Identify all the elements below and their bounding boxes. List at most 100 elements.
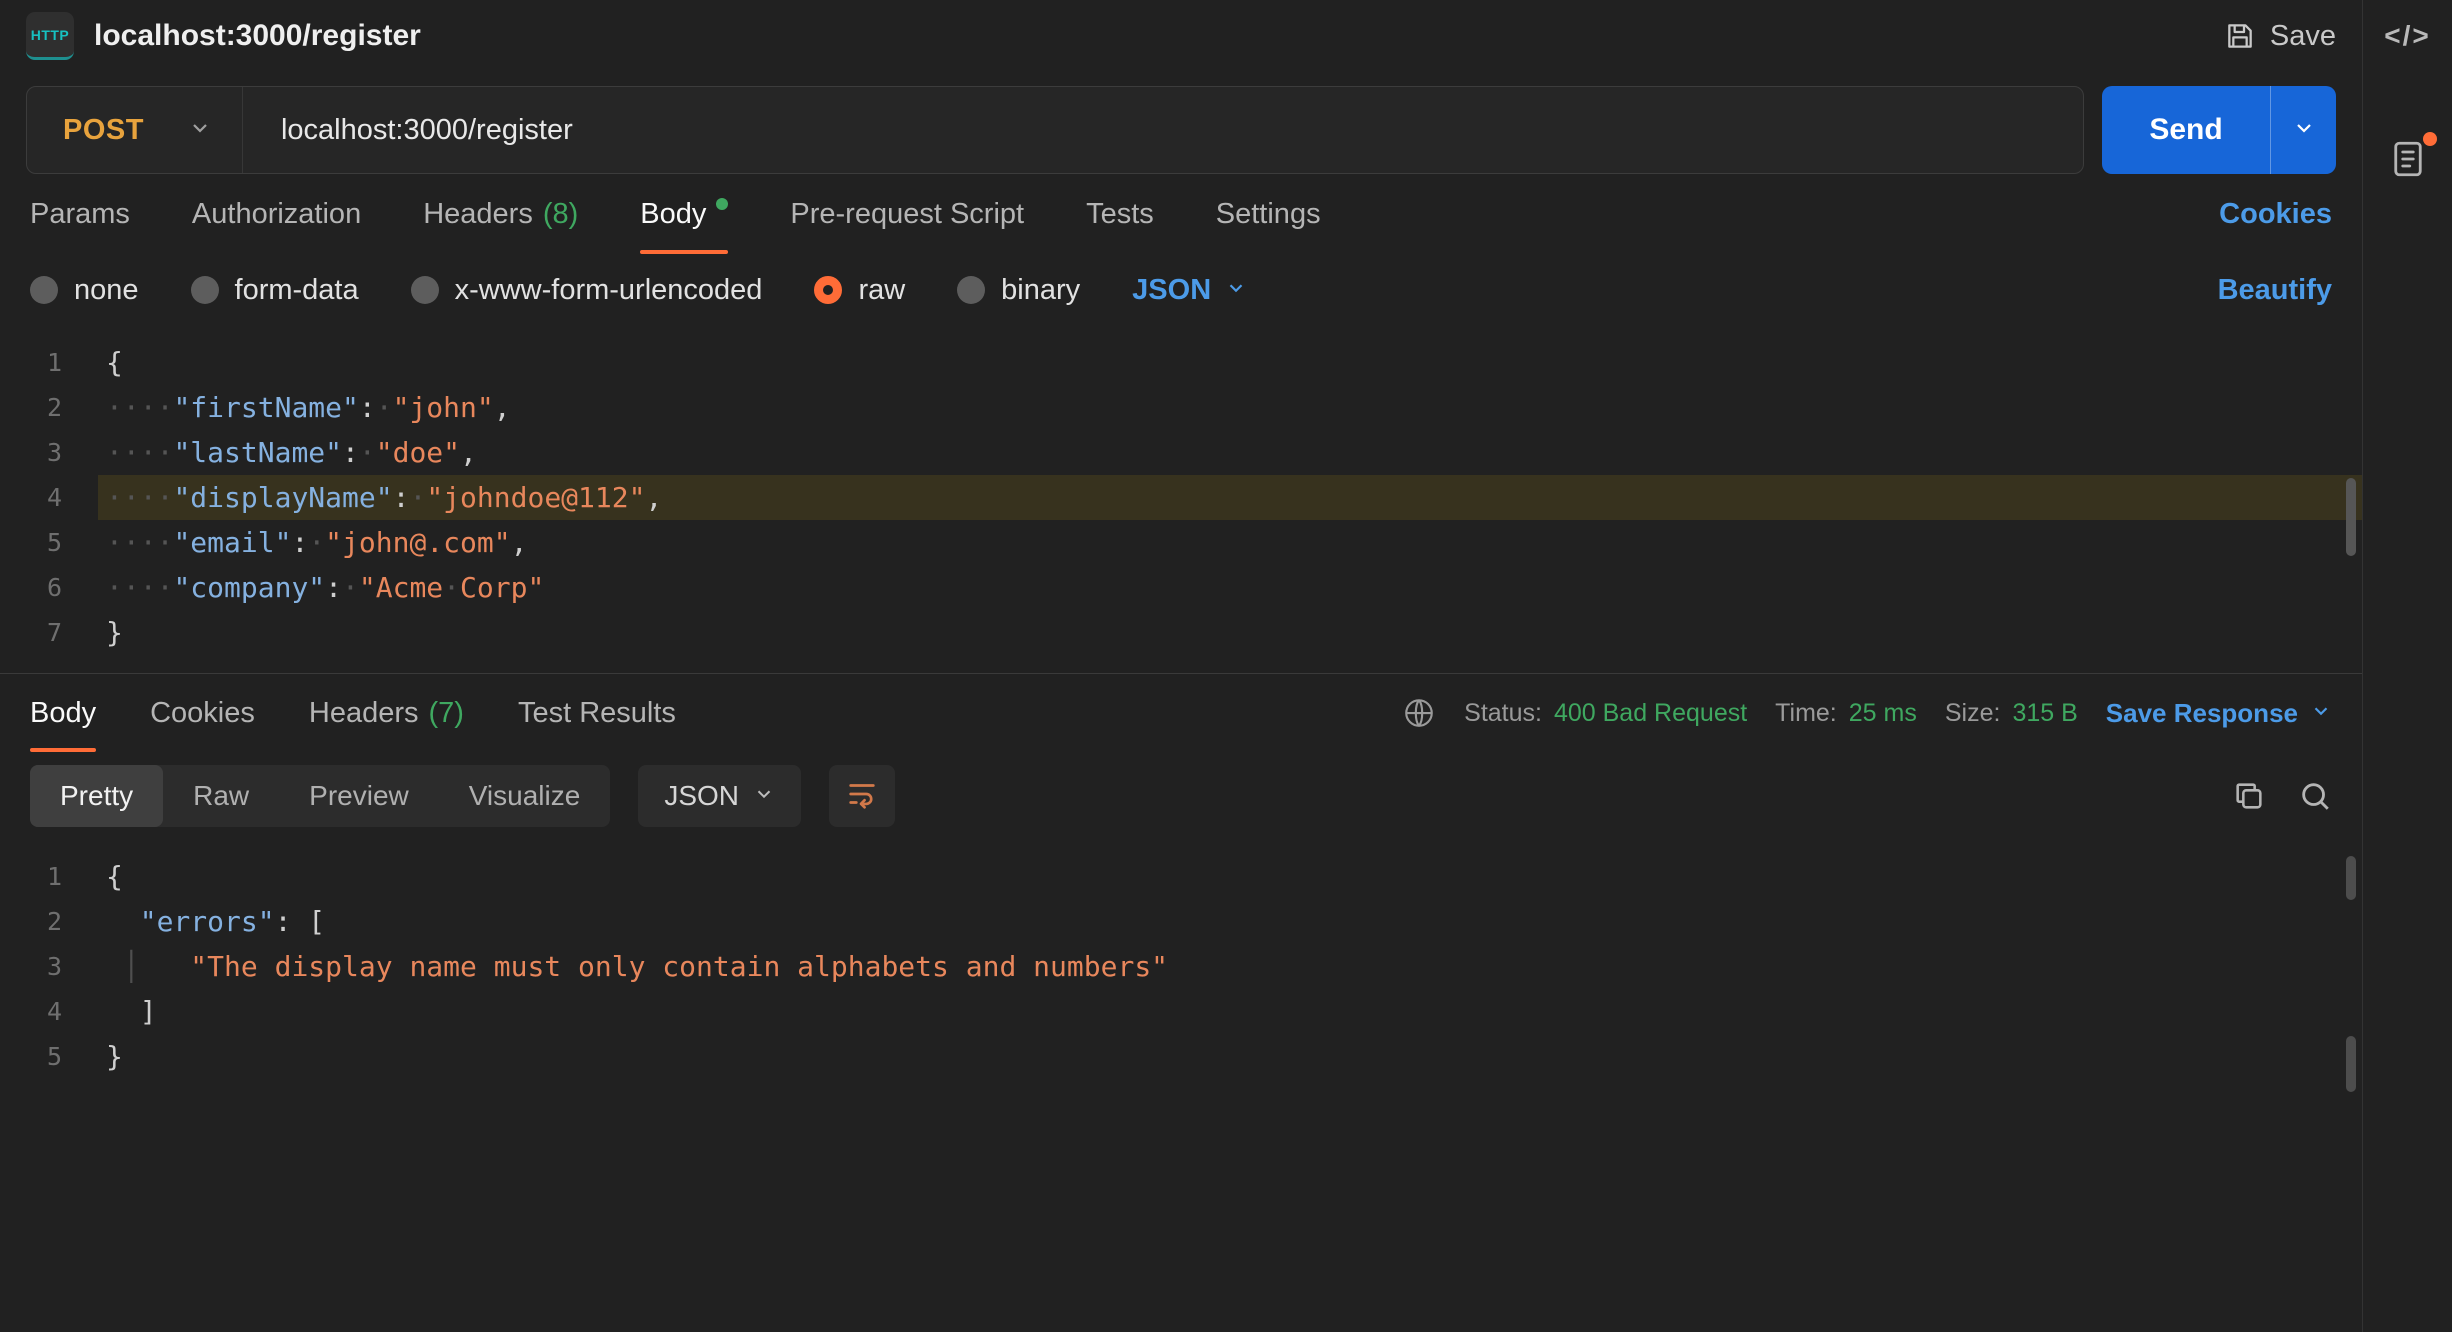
code-line: 1{	[0, 340, 2362, 385]
tab-body[interactable]: Body	[640, 174, 728, 254]
body-mode-form-data-label: form-data	[235, 274, 359, 307]
tab-body-label: Body	[640, 198, 706, 231]
size-value: 315 B	[2012, 699, 2077, 728]
line-number: 2	[0, 385, 98, 430]
response-view-switcher: Pretty Raw Preview Visualize	[30, 765, 610, 827]
http-request-icon: HTTP	[26, 12, 74, 60]
size-indicator: Size: 315 B	[1945, 699, 2078, 728]
response-tab-body[interactable]: Body	[30, 674, 96, 752]
method-dropdown[interactable]: POST	[27, 87, 243, 173]
main-panel: HTTP localhost:3000/register Save POST	[0, 0, 2362, 1332]
request-language-label: JSON	[1132, 274, 1211, 307]
request-language-dropdown[interactable]: JSON	[1132, 274, 1247, 307]
url-row: POST localhost:3000/register Send	[26, 86, 2336, 174]
copy-icon[interactable]	[2232, 779, 2266, 813]
response-tab-test-results[interactable]: Test Results	[518, 674, 676, 752]
body-mode-none[interactable]: none	[30, 274, 139, 307]
save-button[interactable]: Save	[2224, 20, 2336, 53]
request-tabs-row: Params Authorization Headers (8) Body Pr…	[0, 174, 2362, 254]
radio-icon	[957, 276, 985, 304]
line-number: 7	[0, 610, 98, 655]
view-tab-visualize[interactable]: Visualize	[439, 765, 611, 827]
time-value: 25 ms	[1849, 699, 1917, 728]
search-icon[interactable]	[2298, 779, 2332, 813]
view-tab-pretty[interactable]: Pretty	[30, 765, 163, 827]
code-line: 5}	[0, 1034, 2362, 1079]
chevron-down-icon	[2310, 698, 2332, 729]
scrollbar-thumb[interactable]	[2346, 856, 2356, 900]
code-line: 4 ]	[0, 989, 2362, 1034]
response-tab-headers[interactable]: Headers (7)	[309, 674, 464, 752]
wrap-lines-icon	[845, 777, 879, 816]
code-text: {	[98, 854, 2362, 899]
line-number: 1	[0, 854, 98, 899]
radio-selected-icon	[814, 276, 842, 304]
tab-settings[interactable]: Settings	[1216, 174, 1321, 254]
body-mode-binary-label: binary	[1001, 274, 1080, 307]
code-text: }	[98, 610, 2362, 655]
scrollbar-thumb[interactable]	[2346, 1036, 2356, 1092]
response-action-icons	[2232, 779, 2332, 813]
body-mode-raw[interactable]: raw	[814, 274, 905, 307]
code-line: 4····"displayName":·"johndoe@112",	[0, 475, 2362, 520]
chevron-down-icon	[188, 116, 212, 145]
tab-authorization[interactable]: Authorization	[192, 174, 361, 254]
tab-tests[interactable]: Tests	[1086, 174, 1154, 254]
line-number: 2	[0, 899, 98, 944]
save-label: Save	[2270, 20, 2336, 53]
response-tabs: Body Cookies Headers (7) Test Results	[30, 674, 676, 752]
url-input[interactable]: localhost:3000/register	[243, 114, 573, 147]
body-mode-urlencoded[interactable]: x-www-form-urlencoded	[411, 274, 763, 307]
response-meta: Status: 400 Bad Request Time: 25 ms Size…	[1402, 674, 2332, 752]
chevron-down-icon	[753, 780, 775, 812]
tab-pre-request-script[interactable]: Pre-request Script	[790, 174, 1024, 254]
send-label[interactable]: Send	[2102, 86, 2270, 174]
body-mode-form-data[interactable]: form-data	[191, 274, 359, 307]
wrap-lines-button[interactable]	[829, 765, 895, 827]
url-box: POST localhost:3000/register	[26, 86, 2084, 174]
response-body-editor[interactable]: 1{2 "errors": [3 │ "The display name mus…	[0, 840, 2362, 1097]
network-globe-icon[interactable]	[1402, 696, 1436, 730]
code-text: ····"email":·"john@.com",	[98, 520, 2362, 565]
status-label: Status:	[1464, 699, 1542, 728]
response-language-label: JSON	[664, 780, 739, 812]
status-indicator: Status: 400 Bad Request	[1464, 699, 1747, 728]
scrollbar-thumb[interactable]	[2346, 478, 2356, 556]
line-number: 5	[0, 520, 98, 565]
request-editor-wrap: 1{2····"firstName":·"john",3····"lastNam…	[0, 326, 2362, 673]
code-line: 3 │ "The display name must only contain …	[0, 944, 2362, 989]
save-response-dropdown[interactable]: Save Response	[2106, 698, 2332, 729]
tab-params[interactable]: Params	[30, 174, 130, 254]
response-headers-count: (7)	[429, 697, 464, 730]
code-line: 5····"email":·"john@.com",	[0, 520, 2362, 565]
tab-headers[interactable]: Headers (8)	[423, 174, 578, 254]
request-header: HTTP localhost:3000/register Save	[0, 0, 2362, 72]
view-tab-preview[interactable]: Preview	[279, 765, 439, 827]
view-tab-raw[interactable]: Raw	[163, 765, 279, 827]
body-mode-binary[interactable]: binary	[957, 274, 1080, 307]
response-tab-cookies[interactable]: Cookies	[150, 674, 255, 752]
body-mode-urlencoded-label: x-www-form-urlencoded	[455, 274, 763, 307]
headers-count: (8)	[543, 198, 578, 231]
code-text: ····"displayName":·"johndoe@112",	[98, 475, 2362, 520]
code-snippet-icon[interactable]: </>	[2384, 20, 2430, 52]
line-number: 3	[0, 944, 98, 989]
cookies-link[interactable]: Cookies	[2219, 198, 2332, 231]
beautify-link[interactable]: Beautify	[2218, 274, 2332, 307]
app-window: HTTP localhost:3000/register Save POST	[0, 0, 2452, 1332]
send-button[interactable]: Send	[2102, 86, 2336, 174]
code-line: 2····"firstName":·"john",	[0, 385, 2362, 430]
documentation-button[interactable]	[2387, 138, 2429, 185]
chevron-down-icon	[2292, 116, 2316, 145]
code-line: 7}	[0, 610, 2362, 655]
request-body-editor[interactable]: 1{2····"firstName":·"john",3····"lastNam…	[0, 326, 2362, 673]
code-text: │ "The display name must only contain al…	[98, 944, 2362, 989]
response-language-dropdown[interactable]: JSON	[638, 765, 801, 827]
send-options-caret[interactable]	[2270, 86, 2336, 174]
code-text: ]	[98, 989, 2362, 1034]
code-text: ····"company":·"Acme·Corp"	[98, 565, 2362, 610]
line-number: 1	[0, 340, 98, 385]
response-tab-headers-label: Headers	[309, 697, 419, 730]
code-text: }	[98, 1034, 2362, 1079]
right-sidebar: </>	[2362, 0, 2452, 1332]
